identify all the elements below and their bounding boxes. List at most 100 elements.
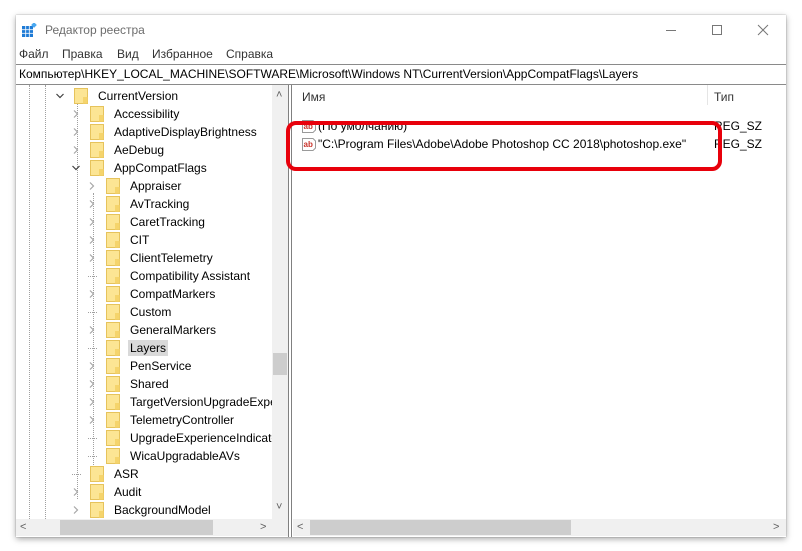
tree-item[interactable]: Custom: [86, 303, 173, 321]
maximize-icon: [712, 25, 722, 35]
tree-item[interactable]: WicaUpgradableAVs: [86, 447, 242, 465]
chevron-down-icon[interactable]: [54, 90, 66, 102]
minimize-button[interactable]: [648, 15, 694, 45]
folder-icon: [106, 340, 120, 356]
tree-item[interactable]: AeDebug: [70, 141, 166, 159]
chevron-right-icon[interactable]: [86, 324, 98, 336]
tree-horizontal-scroll-thumb[interactable]: [60, 520, 213, 535]
tree-item[interactable]: CaretTracking: [86, 213, 207, 231]
folder-icon: [90, 106, 104, 122]
chevron-right-icon[interactable]: [86, 414, 98, 426]
chevron-right-icon[interactable]: [70, 108, 82, 120]
tree-item[interactable]: AdaptiveDisplayBrightness: [70, 123, 259, 141]
chevron-right-icon[interactable]: [86, 252, 98, 264]
tree-item[interactable]: TargetVersionUpgradeExperie: [86, 393, 288, 411]
chevron-right-icon[interactable]: [86, 216, 98, 228]
scroll-up-icon[interactable]: ˄: [276, 87, 282, 104]
values-horizontal-scrollbar[interactable]: < >: [293, 519, 786, 536]
menu-view[interactable]: Вид: [117, 47, 139, 61]
column-header-name[interactable]: Имя: [302, 90, 325, 104]
value-row[interactable]: ab (По умолчанию): [302, 117, 407, 135]
maximize-button[interactable]: [694, 15, 740, 45]
folder-icon: [106, 394, 120, 410]
tree-vertical-scroll-thumb[interactable]: [273, 353, 287, 375]
close-button[interactable]: [740, 15, 786, 45]
chevron-down-icon[interactable]: [70, 162, 82, 174]
chevron-right-icon[interactable]: [70, 126, 82, 138]
tree-item-label: UpgradeExperienceIndicators: [130, 431, 288, 445]
tree-item[interactable]: Compatibility Assistant: [86, 267, 252, 285]
column-separator[interactable]: [707, 85, 708, 105]
string-value-icon: ab: [302, 119, 316, 133]
values-list: Имя Тип ab (По умолчанию) REG_SZ ab "C:\Prog…: [293, 85, 786, 519]
tree-item[interactable]: CompatMarkers: [86, 285, 217, 303]
chevron-right-icon[interactable]: [86, 234, 98, 246]
tree-item-label: TargetVersionUpgradeExperie: [130, 395, 288, 409]
tree-item[interactable]: UpgradeExperienceIndicators: [86, 429, 288, 447]
tree-item[interactable]: Layers: [86, 339, 169, 357]
chevron-right-icon[interactable]: [70, 144, 82, 156]
tree-item[interactable]: CIT: [86, 231, 151, 249]
tree-item[interactable]: PenService: [86, 357, 193, 375]
tree-item[interactable]: Appraiser: [86, 177, 183, 195]
scroll-right-icon[interactable]: >: [773, 519, 779, 536]
values-horizontal-scroll-thumb[interactable]: [310, 520, 571, 535]
tree-item[interactable]: ASR: [70, 465, 141, 483]
tree-item-label: WicaUpgradableAVs: [130, 449, 240, 463]
chevron-right-icon[interactable]: [86, 180, 98, 192]
tree-item[interactable]: Audit: [70, 483, 143, 501]
chevron-right-icon[interactable]: [86, 360, 98, 372]
tree-item-label: BackgroundModel: [114, 503, 211, 517]
tree-item-label: CurrentVersion: [98, 89, 179, 103]
scroll-left-icon[interactable]: <: [297, 519, 303, 536]
svg-text:ab: ab: [304, 140, 313, 149]
chevron-right-icon[interactable]: [86, 288, 98, 300]
registry-editor-window: Редактор реестра Файл Правка Вид Избранн…: [16, 15, 786, 537]
chevron-right-icon[interactable]: [86, 378, 98, 390]
tree-item[interactable]: TelemetryController: [86, 411, 236, 429]
tree-item[interactable]: BackgroundModel: [70, 501, 213, 519]
menu-favorites[interactable]: Избранное: [152, 47, 213, 61]
tree-item[interactable]: AvTracking: [86, 195, 191, 213]
tree-connector: [86, 306, 98, 318]
minimize-icon: [666, 30, 676, 31]
address-path[interactable]: Компьютер\HKEY_LOCAL_MACHINE\SOFTWARE\Mi…: [19, 67, 638, 81]
scroll-left-icon[interactable]: <: [20, 519, 26, 536]
tree-guide-line: [45, 85, 46, 519]
menu-file[interactable]: Файл: [19, 47, 49, 61]
folder-icon: [90, 466, 104, 482]
menu-edit[interactable]: Правка: [62, 47, 103, 61]
folder-icon: [106, 214, 120, 230]
svg-text:ab: ab: [304, 122, 313, 131]
folder-icon: [106, 304, 120, 320]
tree-item[interactable]: ClientTelemetry: [86, 249, 215, 267]
tree-item[interactable]: CurrentVersion: [54, 87, 180, 105]
menu-bar: Файл Правка Вид Избранное Справка: [16, 45, 786, 65]
tree-item-label: Custom: [130, 305, 172, 319]
scroll-down-icon[interactable]: ˅: [276, 499, 282, 516]
pane-splitter[interactable]: [288, 85, 292, 537]
tree-item-label: AeDebug: [114, 143, 165, 157]
folder-icon: [106, 448, 120, 464]
chevron-right-icon[interactable]: [70, 486, 82, 498]
tree-connector: [86, 270, 98, 282]
tree-item[interactable]: Shared: [86, 375, 171, 393]
folder-icon: [90, 502, 104, 518]
scroll-right-icon[interactable]: >: [260, 519, 266, 536]
menu-help[interactable]: Справка: [226, 47, 273, 61]
address-bar[interactable]: Компьютер\HKEY_LOCAL_MACHINE\SOFTWARE\Mi…: [16, 64, 786, 85]
tree-item[interactable]: Accessibility: [70, 105, 181, 123]
chevron-right-icon[interactable]: [86, 396, 98, 408]
tree-vertical-scrollbar[interactable]: ˄ ˅: [272, 85, 288, 519]
column-header-type[interactable]: Тип: [714, 90, 734, 104]
folder-icon: [90, 484, 104, 500]
chevron-right-icon[interactable]: [70, 504, 82, 516]
tree-item[interactable]: AppCompatFlags: [70, 159, 209, 177]
chevron-right-icon[interactable]: [86, 198, 98, 210]
title-bar: Редактор реестра: [16, 15, 786, 45]
tree-horizontal-scrollbar[interactable]: < >: [16, 519, 288, 536]
folder-icon: [106, 286, 120, 302]
value-row[interactable]: ab "C:\Program Files\Adobe\Adobe Photosho…: [302, 135, 686, 153]
folder-icon: [106, 268, 120, 284]
tree-item[interactable]: GeneralMarkers: [86, 321, 218, 339]
